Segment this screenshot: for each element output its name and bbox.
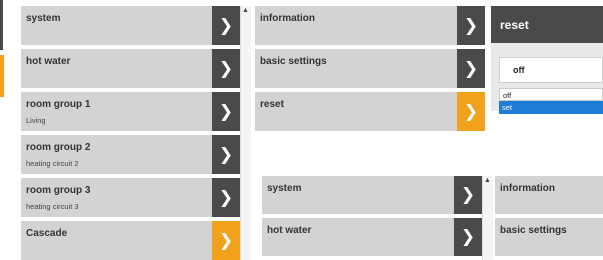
menu-item-label: basic settings [260, 56, 327, 67]
menu-item-sublabel: Living [26, 116, 46, 125]
reset-select-value: off [513, 65, 525, 75]
chevron-right-icon[interactable]: ❯ [457, 92, 485, 131]
menu-item-label: basic settings [500, 225, 567, 236]
menu-item-label: information [260, 13, 315, 24]
menu-item-cascade[interactable]: Cascade ❯ [21, 221, 240, 260]
chevron-right-icon[interactable]: ❯ [212, 135, 240, 174]
menu-item-label: Cascade [26, 228, 68, 239]
menu-item-label: hot water [267, 225, 312, 236]
menu-item-system[interactable]: system ❯ [21, 6, 240, 45]
reset-select[interactable]: off [499, 57, 603, 83]
chevron-right-icon[interactable]: ❯ [457, 6, 485, 45]
menu-item-sublabel: heating circuit 3 [26, 202, 79, 211]
menu-item-label: system [26, 13, 61, 24]
menu-item-basic-settings[interactable]: basic settings ❯ [255, 49, 485, 88]
menu-item-label: hot water [26, 56, 71, 67]
scroll-up-icon[interactable]: ▲ [242, 7, 249, 14]
chevron-right-icon[interactable]: ❯ [212, 6, 240, 45]
menu-item-hot-water[interactable]: hot water ❯ [21, 49, 240, 88]
dropdown-option-set[interactable]: set [499, 101, 603, 114]
menu-item-label: system [267, 183, 302, 194]
menu-item-system[interactable]: system ❯ [262, 176, 482, 214]
chevron-right-icon[interactable]: ❯ [454, 218, 482, 256]
menu-item-basic-settings[interactable]: basic settings [495, 218, 603, 256]
reset-panel: reset off off set [491, 6, 603, 114]
left-edge-dark [0, 0, 3, 50]
chevron-right-icon[interactable]: ❯ [457, 49, 485, 88]
menu-item-label: information [500, 183, 555, 194]
chevron-right-icon[interactable]: ❯ [212, 49, 240, 88]
lower-menu-scrollbar[interactable]: ▲ [482, 176, 493, 260]
scroll-up-icon[interactable]: ▲ [484, 177, 491, 184]
menu-item-label: room group 2 [26, 142, 91, 153]
menu-item-information[interactable]: information [495, 176, 603, 214]
menu-item-room-group-2[interactable]: room group 2 heating circuit 2 ❯ [21, 135, 240, 174]
menu-item-hot-water[interactable]: hot water ❯ [262, 218, 482, 256]
menu-item-label: room group 1 [26, 99, 91, 110]
dropdown-option-off[interactable]: off [499, 88, 603, 101]
menu-item-information[interactable]: information ❯ [255, 6, 485, 45]
reset-header: reset [491, 6, 603, 43]
chevron-right-icon[interactable]: ❯ [454, 176, 482, 214]
menu-item-room-group-1[interactable]: room group 1 Living ❯ [21, 92, 240, 131]
menu-item-room-group-3[interactable]: room group 3 heating circuit 3 ❯ [21, 178, 240, 217]
chevron-right-icon[interactable]: ❯ [212, 178, 240, 217]
menu-item-label: room group 3 [26, 185, 91, 196]
chevron-right-icon[interactable]: ❯ [212, 221, 240, 260]
menu-item-sublabel: heating circuit 2 [26, 159, 79, 168]
chevron-right-icon[interactable]: ❯ [212, 92, 240, 131]
menu-item-reset[interactable]: reset ❯ [255, 92, 485, 131]
reset-title: reset [500, 18, 529, 32]
left-edge-orange [0, 55, 4, 97]
menu-item-label: reset [260, 99, 284, 110]
main-menu-scrollbar[interactable]: ▲ [240, 6, 251, 260]
